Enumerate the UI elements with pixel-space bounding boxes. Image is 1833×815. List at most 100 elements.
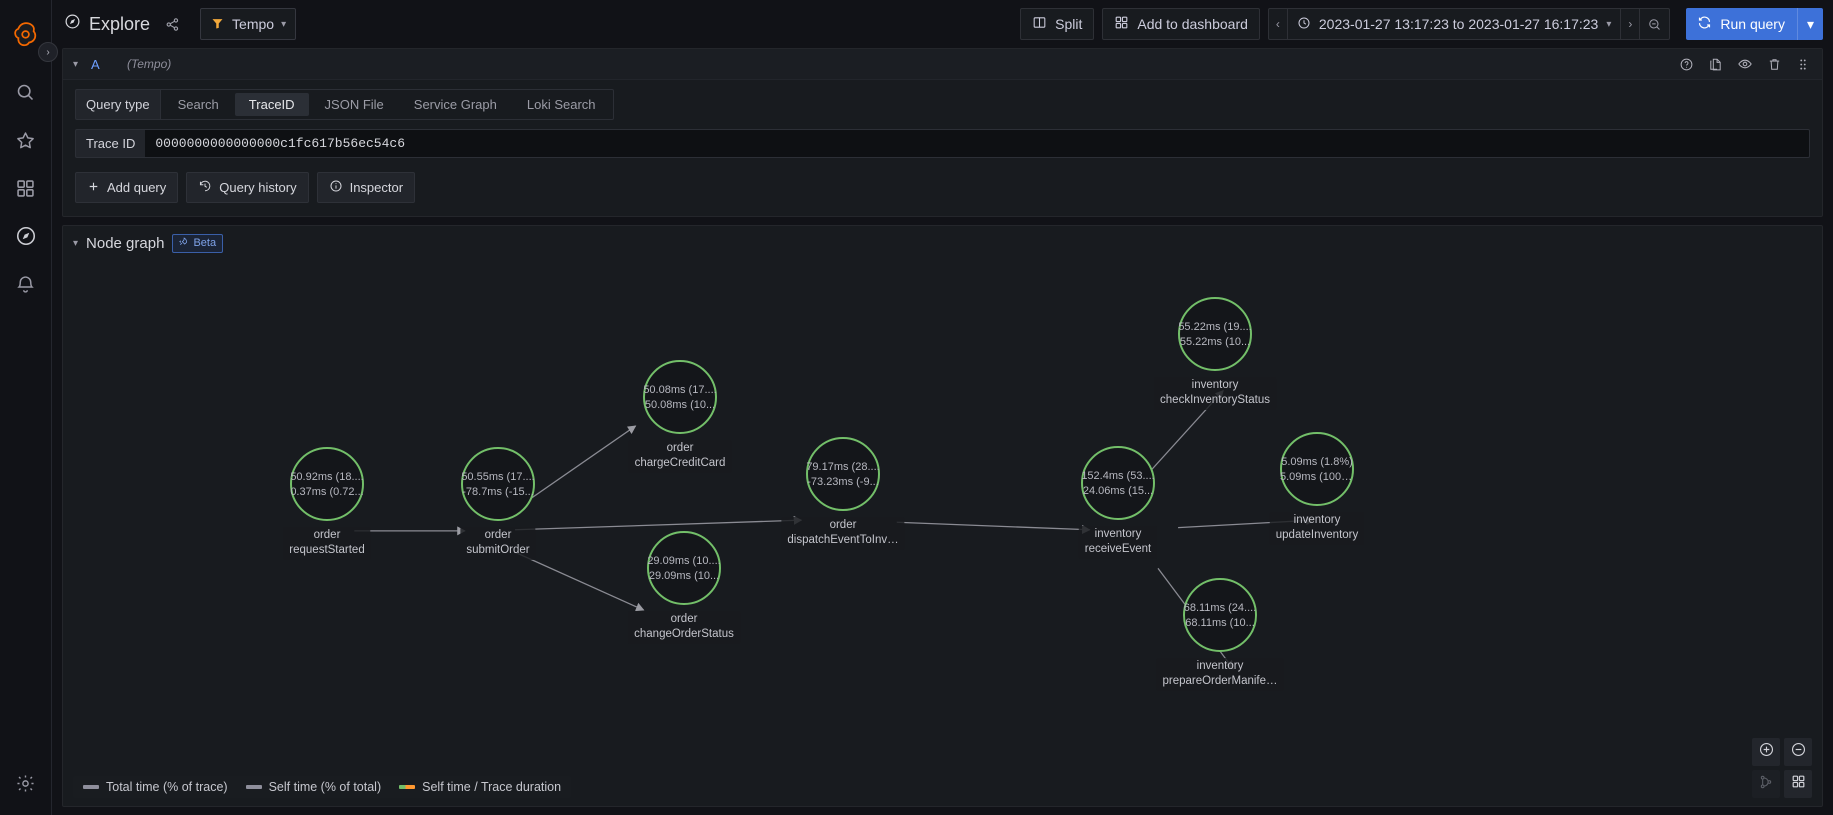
query-type-option-search[interactable]: Search [164, 93, 233, 116]
dock-menu-chevron-right-icon[interactable]: › [38, 42, 58, 62]
trace-id-label: Trace ID [75, 129, 146, 158]
split-label: Split [1055, 16, 1083, 32]
sidebar-item-search[interactable] [2, 68, 50, 116]
node-label: order chargeCreditCard [628, 440, 732, 473]
node-graph-collapse-chevron-down-icon[interactable]: ▾ [73, 238, 78, 249]
graph-node[interactable]: 50.55ms (17.... -78.7ms (-15... order su… [460, 447, 536, 560]
query-ref-id[interactable]: A [91, 57, 127, 72]
query-type-option-service-graph[interactable]: Service Graph [400, 93, 511, 116]
main-column: Explore Tempo ▾ Split Add to dashboard ‹… [52, 0, 1833, 815]
node-stat-self: -73.23ms (-9... [807, 475, 879, 488]
node-label: inventory receiveEvent [1078, 526, 1158, 559]
layout-grid-button[interactable] [1784, 770, 1812, 798]
query-type-option-loki-search[interactable]: Loki Search [513, 93, 610, 116]
sidebar-item-explore[interactable] [2, 212, 50, 260]
graph-node[interactable]: 152.4ms (53.... 24.06ms (15... inventory… [1078, 446, 1158, 559]
help-icon[interactable] [1679, 57, 1694, 72]
split-button[interactable]: Split [1020, 8, 1095, 40]
query-history-button[interactable]: Query history [186, 172, 309, 203]
chevron-down-icon: ▾ [1606, 18, 1612, 30]
node-stat-self: 5.09ms (100%) [1280, 470, 1354, 483]
query-type-option-json-file[interactable]: JSON File [311, 93, 398, 116]
graph-node[interactable]: 29.09ms (10.... 29.09ms (10... order cha… [628, 531, 740, 644]
grafana-app: › Explore Tempo ▾ Split Add to dashboard… [0, 0, 1833, 815]
node-stat-self: 55.22ms (10... [1179, 335, 1251, 348]
legend-label: Total time (% of trace) [106, 780, 228, 794]
node-circle: 55.22ms (19.... 55.22ms (10... [1178, 297, 1252, 371]
time-shift-back-button[interactable]: ‹ [1269, 9, 1288, 39]
mega-menu [0, 0, 52, 815]
layout-hierarchy-button[interactable] [1752, 770, 1780, 798]
node-stat-self: 68.11ms (10... [1185, 616, 1255, 629]
graph-node[interactable]: 55.22ms (19.... 55.22ms (10... inventory… [1154, 297, 1276, 410]
node-circle: 152.4ms (53.... 24.06ms (15... [1081, 446, 1155, 520]
node-graph-legend: Total time (% of trace) Self time (% of … [73, 776, 572, 798]
copy-icon[interactable] [1708, 57, 1723, 72]
node-label: order submitOrder [460, 527, 536, 560]
node-operation: receiveEvent [1084, 543, 1152, 555]
sidebar-item-alerting[interactable] [2, 260, 50, 308]
node-circle: 68.11ms (24.... 68.11ms (10... [1183, 578, 1257, 652]
node-circle: 50.92ms (18.... 0.37ms (0.72... [290, 447, 364, 521]
node-stat-total: 50.92ms (18.... [290, 470, 364, 483]
inspector-label: Inspector [349, 180, 404, 195]
drag-handle-icon[interactable] [1796, 57, 1810, 72]
node-label: inventory prepareOrderManife… [1156, 658, 1284, 691]
query-type-option-traceid[interactable]: TraceID [234, 93, 309, 116]
graph-node[interactable]: 50.92ms (18.... 0.37ms (0.72... order re… [283, 447, 371, 560]
node-circle: 50.55ms (17.... -78.7ms (-15... [461, 447, 535, 521]
node-stat-total: 79.17ms (28.... [806, 460, 880, 473]
node-stat-self: 0.37ms (0.72... [290, 485, 364, 498]
query-editor-body: Query type Search TraceID JSON File Serv… [63, 80, 1822, 216]
legend-swatch [245, 785, 262, 789]
time-range-group: ‹ 2023-01-27 13:17:23 to 2023-01-27 16:1… [1267, 8, 1671, 40]
node-operation: submitOrder [466, 544, 530, 556]
run-query-chevron-down-icon[interactable]: ▾ [1798, 16, 1823, 33]
run-query-label: Run query [1720, 16, 1785, 32]
node-circle: 79.17ms (28.... -73.23ms (-9... [806, 437, 880, 511]
trash-icon[interactable] [1767, 57, 1782, 72]
add-to-dashboard-button[interactable]: Add to dashboard [1102, 8, 1260, 40]
sidebar-item-dashboards[interactable] [2, 164, 50, 212]
inspector-button[interactable]: Inspector [316, 172, 416, 203]
share-nodes-icon[interactable] [158, 10, 186, 38]
zoom-out-button[interactable] [1784, 738, 1812, 766]
node-service: inventory [1094, 528, 1142, 540]
node-stat-total: 5.09ms (1.8%) [1281, 455, 1353, 468]
sitemap-icon [1758, 774, 1774, 795]
legend-swatch-gradient [399, 785, 416, 789]
time-range-picker[interactable]: 2023-01-27 13:17:23 to 2023-01-27 16:17:… [1288, 9, 1622, 39]
eye-icon[interactable] [1737, 56, 1753, 72]
zoom-in-button[interactable] [1752, 738, 1780, 766]
sidebar-item-configuration[interactable] [2, 759, 50, 807]
node-graph-canvas[interactable]: 50.92ms (18.... 0.37ms (0.72... order re… [63, 260, 1822, 806]
status-badge: Beta [172, 233, 224, 253]
node-operation: requestStarted [289, 544, 365, 556]
query-actions-row: Add query Query history Inspector [75, 172, 1810, 203]
node-operation: chargeCreditCard [634, 457, 726, 469]
time-shift-forward-button[interactable]: › [1621, 9, 1641, 39]
add-to-dashboard-label: Add to dashboard [1137, 16, 1248, 32]
run-query-button[interactable]: Run query ▾ [1686, 8, 1823, 40]
trace-id-input[interactable]: 0000000000000000c1fc617b56ec54c6 [145, 129, 1810, 158]
legend-item[interactable]: Self time (% of total) [245, 780, 381, 794]
graph-node[interactable]: 5.09ms (1.8%) 5.09ms (100%) inventory up… [1269, 432, 1365, 545]
legend-item[interactable]: Total time (% of trace) [83, 780, 228, 794]
graph-node[interactable]: 50.08ms (17.... 50.08ms (10... order cha… [628, 360, 732, 473]
query-history-label: Query history [219, 180, 297, 195]
graph-node[interactable]: 68.11ms (24.... 68.11ms (10... inventory… [1156, 578, 1284, 691]
tempo-logo-icon [210, 16, 225, 33]
node-graph-controls [1752, 738, 1812, 798]
add-query-button[interactable]: Add query [75, 172, 179, 203]
node-operation: changeOrderStatus [634, 628, 734, 640]
node-graph-panel: ▾ Node graph Beta 50.92ms (18.... 0.37ms… [62, 225, 1823, 807]
graph-node[interactable]: 79.17ms (28.... -73.23ms (-9... order di… [781, 437, 905, 550]
node-circle: 50.08ms (17.... 50.08ms (10... [643, 360, 717, 434]
node-service: inventory [1191, 379, 1239, 391]
query-collapse-chevron-down-icon[interactable]: ▾ [73, 59, 91, 70]
legend-item[interactable]: Self time / Trace duration [399, 780, 561, 794]
node-stat-self: -78.7ms (-15... [462, 485, 534, 498]
sidebar-item-starred[interactable] [2, 116, 50, 164]
datasource-picker[interactable]: Tempo ▾ [200, 8, 297, 40]
zoom-out-time-button[interactable] [1640, 9, 1669, 39]
